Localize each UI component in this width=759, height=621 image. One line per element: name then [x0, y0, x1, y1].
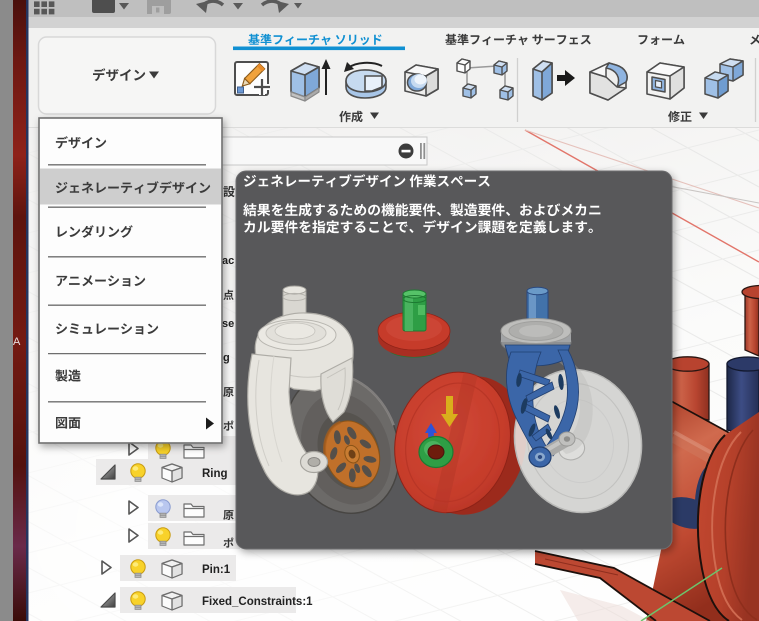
- svg-text:ac: ac: [222, 255, 234, 267]
- svg-text:Pin:1: Pin:1: [202, 564, 231, 576]
- svg-text:g: g: [223, 352, 230, 364]
- svg-text:Ring: Ring: [202, 468, 228, 480]
- svg-text:Fixed_Constraints:1: Fixed_Constraints:1: [202, 596, 313, 608]
- svg-text:se: se: [222, 318, 234, 330]
- svg-text:A: A: [13, 336, 21, 348]
